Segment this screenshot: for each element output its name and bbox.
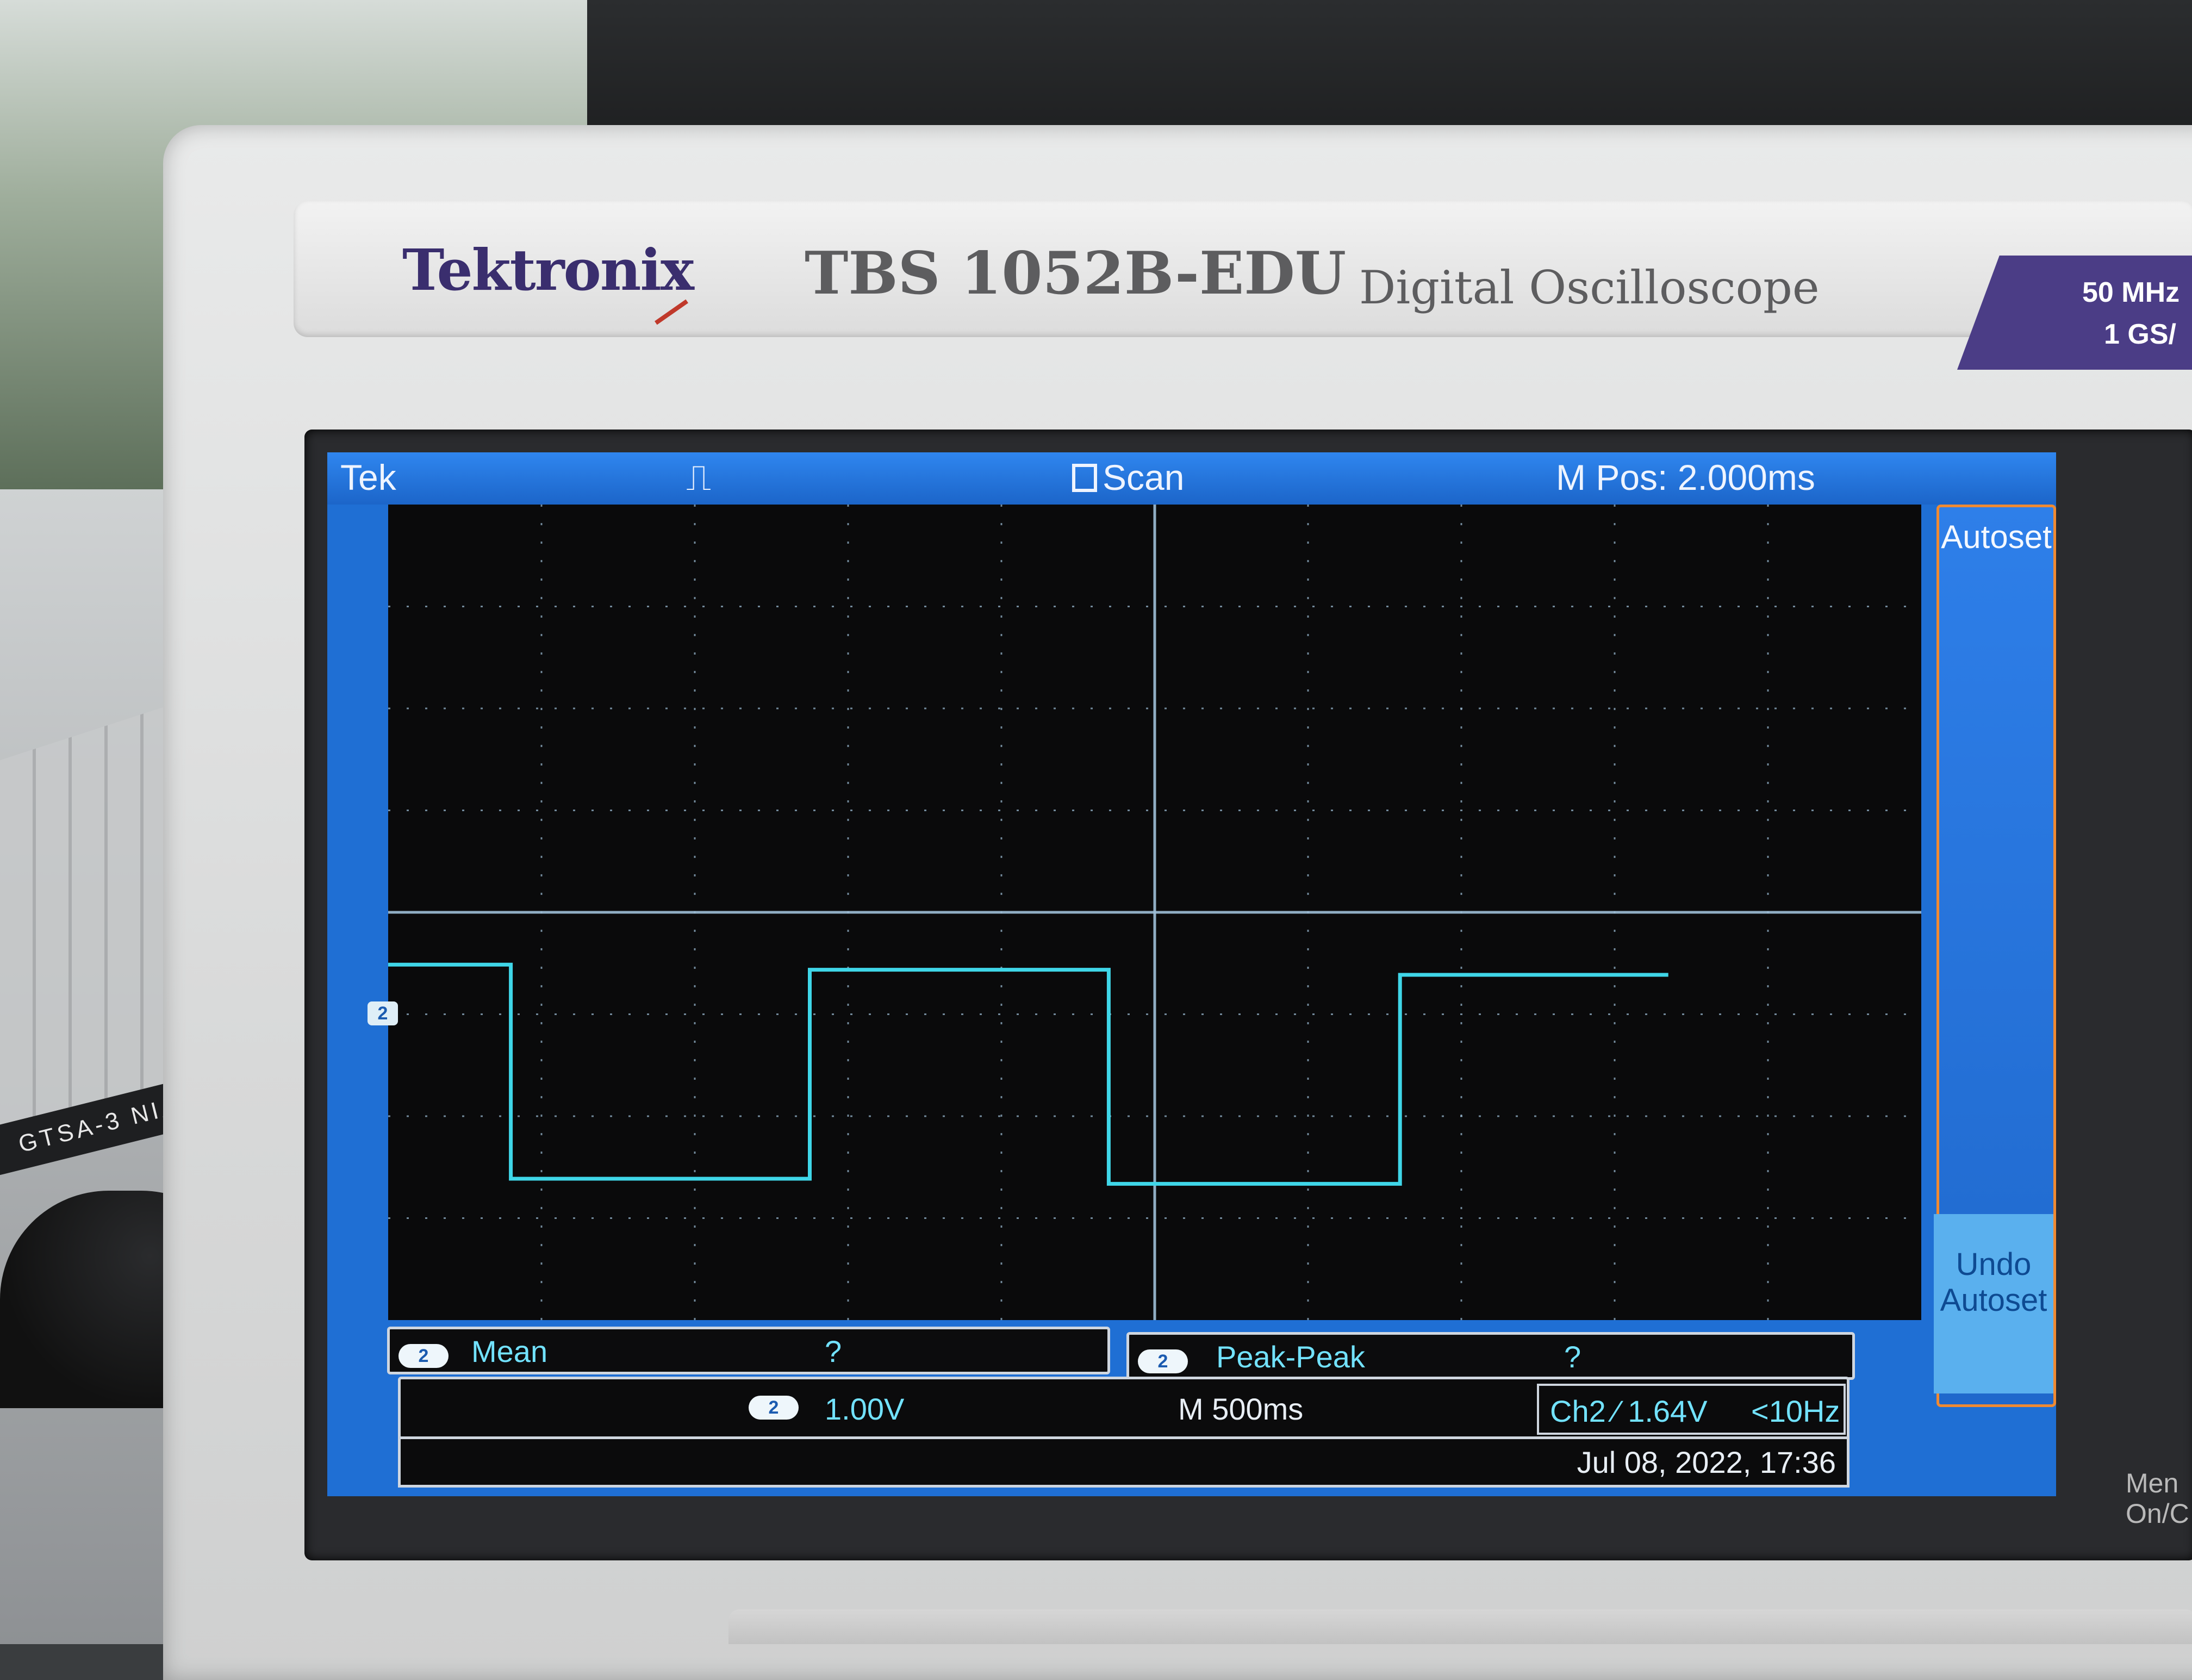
undo-autoset-label: Undo Autoset <box>1940 1247 2047 1318</box>
side-label: Men <box>2126 1468 2179 1498</box>
side-button-labels: Men On/C <box>2126 1468 2189 1529</box>
side-label: On/C <box>2126 1498 2189 1529</box>
trigger-frequency: <10Hz <box>1751 1394 1840 1428</box>
waveform-display <box>388 505 1921 1320</box>
measurement-label: Peak-Peak <box>1216 1340 1365 1374</box>
autoset-button[interactable]: Autoset <box>1939 507 2053 573</box>
status-top-bar: Tek ⎍ Scan M Pos: 2.000ms <box>327 452 2056 505</box>
ch2-waveform-trace <box>388 962 1668 1186</box>
scope-screen: Tek ⎍ Scan M Pos: 2.000ms 2 Autoset Undo… <box>327 452 2056 1496</box>
horizontal-position: M Pos: 2.000ms <box>1556 457 1815 497</box>
channel-badge: 2 <box>1138 1349 1188 1374</box>
timestamp: Jul 08, 2022, 17:36 <box>1577 1445 1836 1479</box>
model-name: TBS 1052B-EDU <box>805 239 1347 308</box>
trigger-level: Ch2 ⁄ 1.64V <box>1550 1394 1708 1428</box>
brand-logo: Tektronix <box>402 237 694 303</box>
status-panel: 2 1.00V M 500ms Ch2 ⁄ 1.64V <10Hz <box>398 1377 1849 1442</box>
trigger-readout: Ch2 ⁄ 1.64V <10Hz <box>1537 1384 1846 1435</box>
trigger-pulse-icon: ⎍ <box>686 457 712 497</box>
channel-badge: 2 <box>749 1396 799 1420</box>
timestamp-bar: Jul 08, 2022, 17:36 <box>398 1436 1849 1488</box>
tek-label: Tek <box>340 457 396 497</box>
stop-square-icon <box>1072 464 1097 492</box>
spec-sample-rate: 1 GS/ <box>2104 319 2176 350</box>
graticule <box>388 505 1921 1320</box>
measurement-value: ? <box>825 1334 842 1368</box>
acquisition-status-label: Scan <box>1103 457 1185 497</box>
ch2-ground-marker: 2 <box>368 1001 398 1025</box>
acquisition-status: Scan <box>1072 457 1184 498</box>
front-panel-edge <box>728 1609 2192 1644</box>
timebase: M 500ms <box>1178 1392 1304 1426</box>
measurement-value: ? <box>1564 1340 1581 1374</box>
spec-bandwidth: 50 MHz <box>2082 277 2180 308</box>
model-description: Digital Oscilloscope <box>1359 261 1820 314</box>
volts-per-div: 1.00V <box>825 1392 905 1426</box>
channel-badge: 2 <box>398 1344 449 1368</box>
measurement-peak-peak: 2 Peak-Peak ? <box>1126 1332 1855 1380</box>
measurement-mean: 2 Mean ? <box>387 1327 1110 1374</box>
undo-autoset-button[interactable]: Undo Autoset <box>1934 1214 2053 1393</box>
side-menu: Autoset Undo Autoset <box>1934 505 2056 1407</box>
measurement-label: Mean <box>471 1334 548 1368</box>
